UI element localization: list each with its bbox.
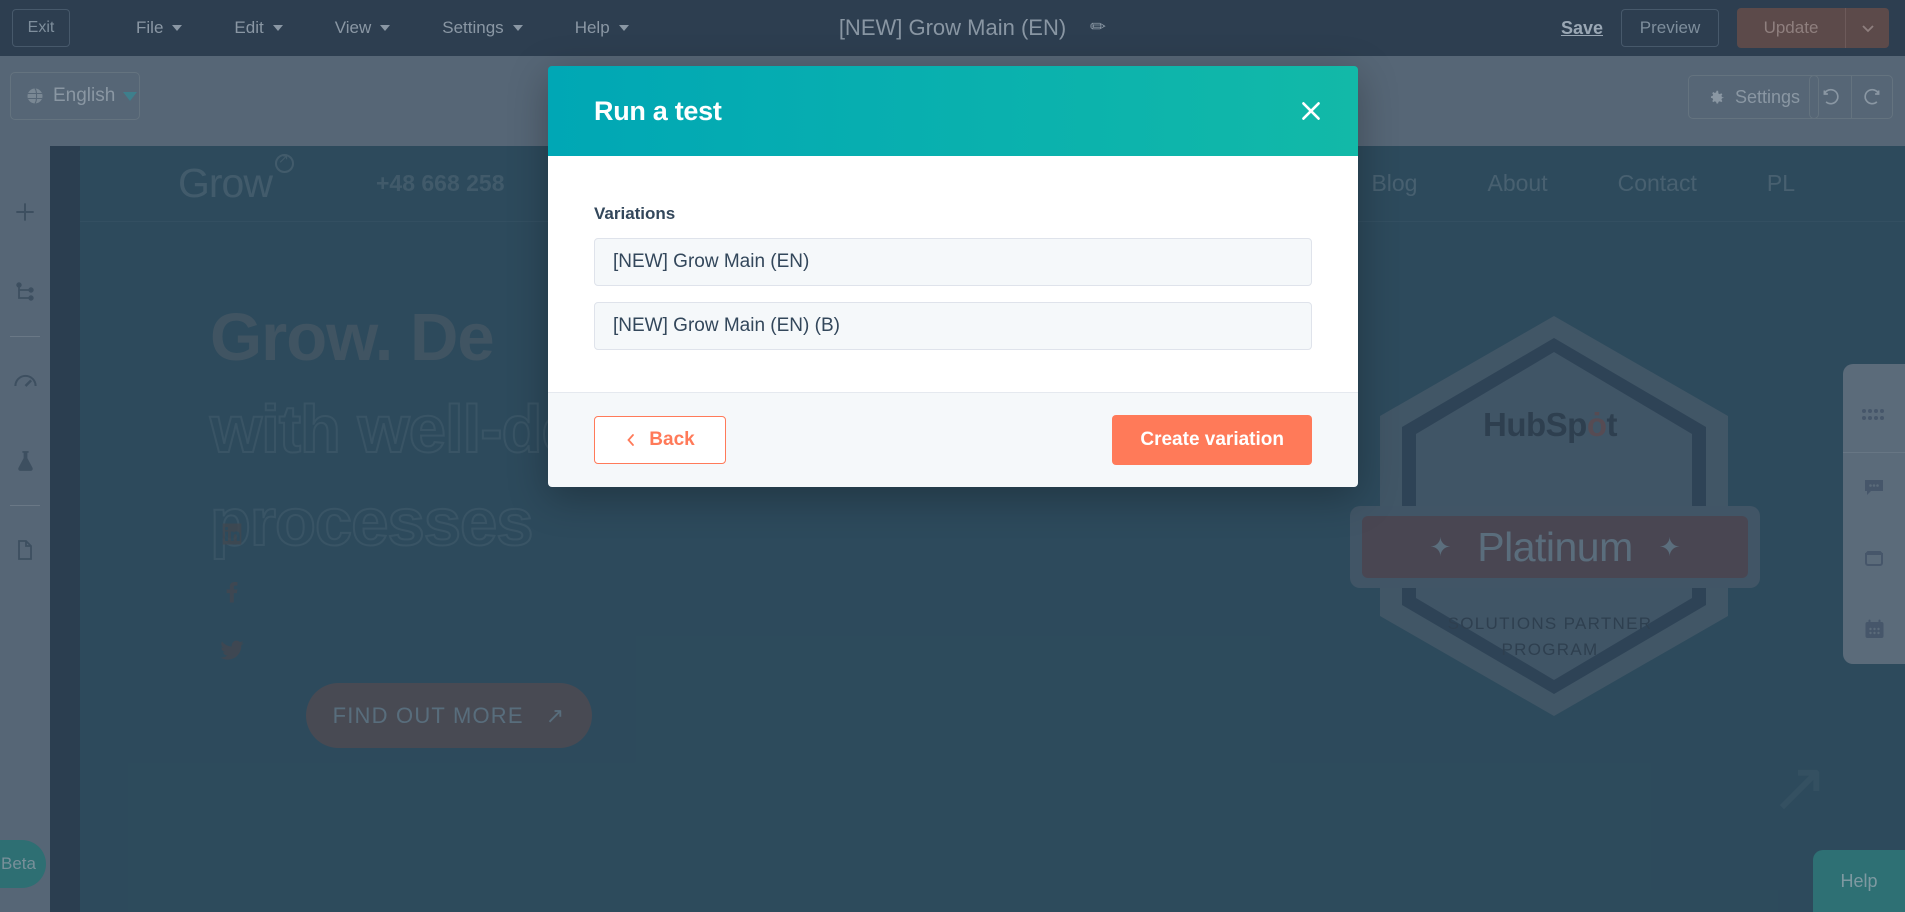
globe-icon [27,88,43,104]
redo-icon [1863,88,1879,104]
rail-divider-1 [10,336,40,337]
right-item-window[interactable] [1843,523,1905,593]
redo-button[interactable] [1851,76,1892,118]
help-button[interactable]: Help [1813,850,1905,912]
right-toolbar [1843,364,1905,664]
right-item-chat[interactable] [1843,453,1905,523]
back-button[interactable]: Back [594,416,726,464]
menu-settings-label: Settings [442,18,504,37]
caret-down-icon [123,91,138,101]
back-label: Back [649,429,695,450]
page-settings-button[interactable]: Settings [1687,75,1819,119]
update-button[interactable]: Update [1737,8,1845,48]
settings-label: Settings [1734,86,1800,107]
chevron-down-icon [1861,25,1874,33]
update-button-group: Update [1737,8,1889,48]
create-variation-button[interactable]: Create variation [1112,415,1312,465]
rail-divider-2 [10,505,40,506]
chevron-down-icon [172,25,183,31]
editor-root: Grow +48 668 258 Blog About Contact PL G… [0,0,1905,912]
chevron-down-icon [512,25,523,31]
update-label: Update [1763,18,1819,37]
sidebar-item-performance[interactable] [0,341,50,421]
chevron-down-icon [272,25,283,31]
menu-view[interactable]: View [309,0,417,56]
variations-label: Variations [594,204,676,223]
beta-label: Beta [1,854,36,873]
beta-badge: Beta [0,840,46,888]
sidebar-item-pages[interactable] [0,510,50,590]
menu-edit-label: Edit [234,18,264,37]
menu-help-label: Help [574,18,610,37]
pencil-icon[interactable]: ✏ [1090,16,1106,39]
preview-label: Preview [1639,18,1701,37]
menu-edit[interactable]: Edit [208,0,308,56]
sitemap-icon [16,282,34,301]
menu-bar: File Edit View Settings Help [110,0,655,56]
help-label: Help [1840,870,1878,891]
menu-help[interactable]: Help [549,0,655,56]
right-item-calendar[interactable] [1843,594,1905,664]
sidebar-item-structure[interactable] [0,252,50,332]
sidebar-item-add-block[interactable] [0,172,50,252]
gear-icon [1710,90,1724,103]
exit-button[interactable]: Exit [12,9,70,47]
calendar-icon [1865,619,1883,638]
chat-bubble-icon [1865,480,1883,496]
menu-settings[interactable]: Settings [416,0,548,56]
right-item-modules[interactable] [1843,382,1905,452]
dialog-header: Run a test [548,66,1358,156]
preview-button[interactable]: Preview [1621,9,1719,47]
close-icon [1302,102,1320,120]
main-menu-bar: Exit File Edit View Settings Help [NEW] … [0,0,1905,56]
sidebar-item-experiments[interactable] [0,421,50,501]
chevron-left-icon [627,434,635,446]
undo-icon [1823,88,1839,104]
dialog-body: Variations [NEW] Grow Main (EN) [NEW] Gr… [548,156,1358,392]
dialog-title: Run a test [594,95,722,126]
left-toolbar: Beta [0,146,50,912]
window-icon [1865,550,1883,566]
gauge-icon [13,374,37,387]
grid-dots-icon [1862,409,1884,421]
chevron-down-icon [618,25,629,31]
menu-file[interactable]: File [110,0,208,56]
create-variation-label: Create variation [1140,429,1284,450]
chevron-down-icon [380,25,391,31]
flask-icon [17,450,33,471]
history-controls [1809,75,1893,119]
language-selector[interactable]: English [10,72,140,120]
top-actions: Save Preview Update [1561,8,1905,48]
document-icon [18,540,32,560]
menu-view-label: View [334,18,372,37]
language-label: English [53,85,116,106]
dialog-footer: Back Create variation [548,392,1358,487]
exit-label: Exit [27,19,55,36]
close-button[interactable] [1290,90,1332,132]
update-dropdown-button[interactable] [1845,8,1889,48]
save-button[interactable]: Save [1561,18,1603,39]
undo-button[interactable] [1810,76,1851,118]
variation-item-a[interactable]: [NEW] Grow Main (EN) [594,238,1312,286]
menu-file-label: File [136,18,164,37]
variation-item-b[interactable]: [NEW] Grow Main (EN) (B) [594,302,1312,350]
plus-icon [16,203,34,221]
run-a-test-dialog: Run a test Variations [NEW] Grow Main (E… [548,66,1358,487]
